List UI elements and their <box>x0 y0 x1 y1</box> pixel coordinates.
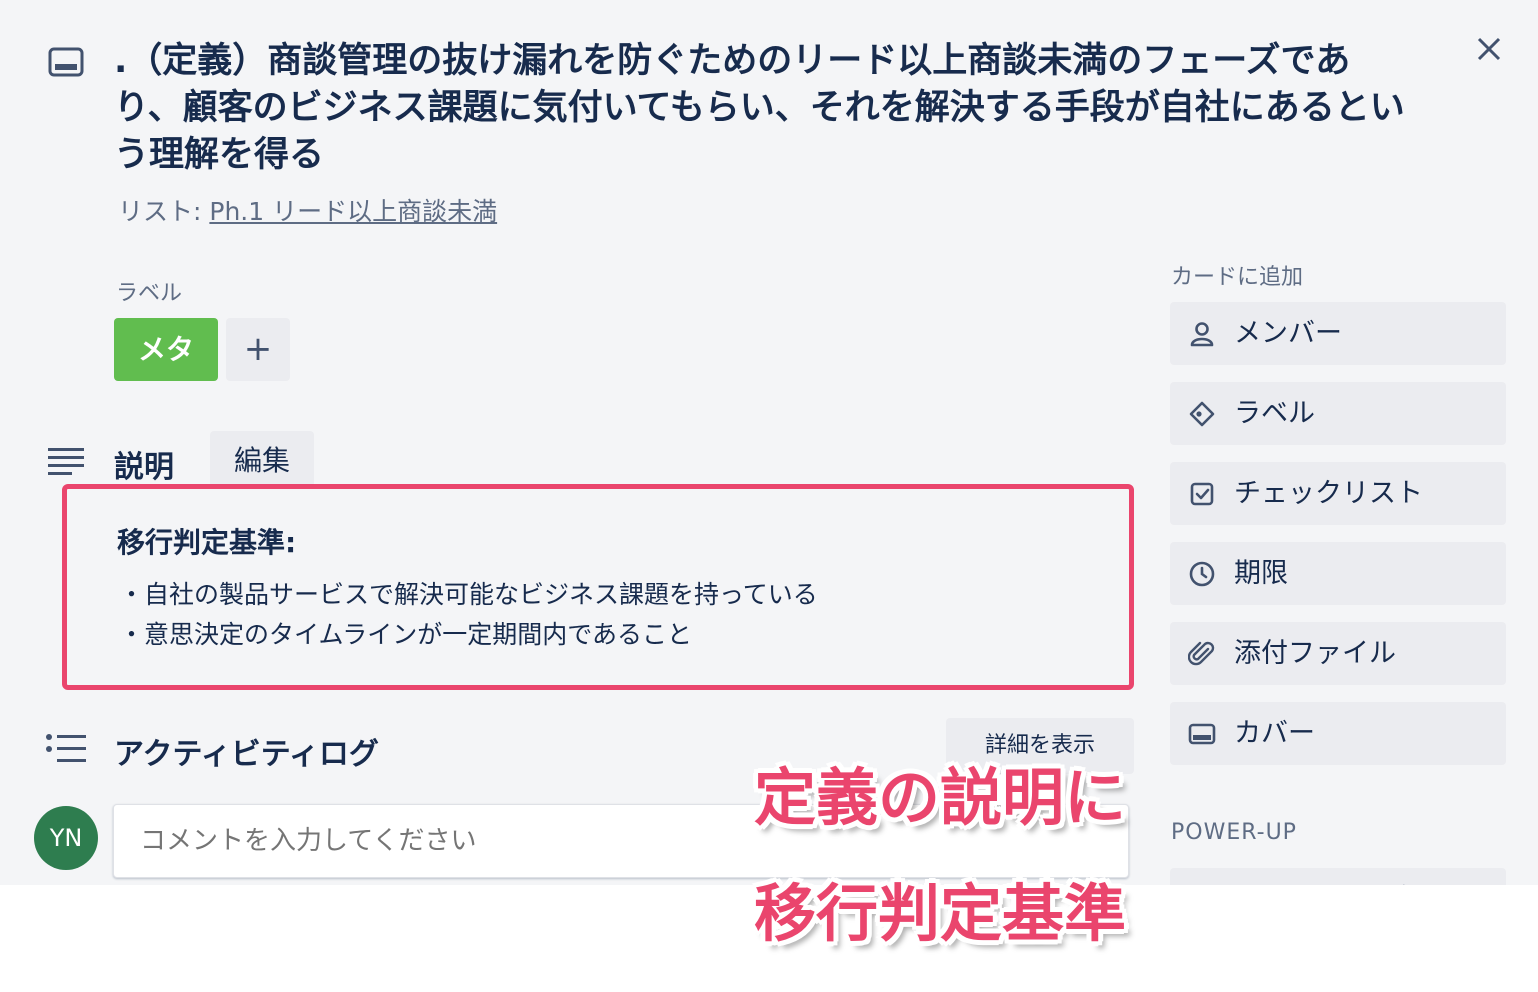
list-prefix: リスト: <box>118 197 210 226</box>
add-label-button[interactable]: + <box>226 318 290 381</box>
cover-icon <box>1188 723 1216 745</box>
add-to-card-heading: カードに追加 <box>1171 265 1304 290</box>
sidebar-checklist-button[interactable]: チェックリスト <box>1170 462 1506 525</box>
checklist-icon <box>1190 482 1214 506</box>
sidebar-button-label: 期限 <box>1234 558 1288 589</box>
description-list: ・自社の製品サービスで解決可能なビジネス課題を持っている ・意思決定のタイムライ… <box>119 575 818 655</box>
list-item: ・意思決定のタイムラインが一定期間内であること <box>119 620 693 649</box>
description-content-heading: 移行判定基準: <box>117 526 297 559</box>
sidebar-button-label: カバー <box>1234 718 1315 749</box>
label-chip-meta[interactable]: メタ <box>114 318 218 381</box>
labels-heading: ラベル <box>116 281 183 306</box>
sidebar-button-label: メンバー <box>1234 318 1342 349</box>
description-icon <box>48 448 84 475</box>
avatar[interactable]: YN <box>34 806 98 870</box>
edit-description-button[interactable]: 編集 <box>210 431 314 487</box>
list-item: ・自社の製品サービスで解決可能なビジネス課題を持っている <box>119 580 818 609</box>
powerup-heading: POWER-UP <box>1171 820 1297 845</box>
clock-icon <box>1189 561 1215 587</box>
sidebar-button-label: Power-Upの追加 <box>1234 868 1442 885</box>
description-content[interactable]: 移行判定基準: ・自社の製品サービスで解決可能なビジネス課題を持っている ・意思… <box>62 484 1134 690</box>
sidebar-labels-button[interactable]: ラベル <box>1170 382 1506 445</box>
close-icon[interactable] <box>1468 28 1510 70</box>
card-icon <box>48 47 84 77</box>
sidebar-attachment-button[interactable]: 添付ファイル <box>1170 622 1506 685</box>
list-info: リスト: Ph.1 リード以上商談未満 <box>118 192 497 228</box>
sidebar-cover-button[interactable]: カバー <box>1170 702 1506 765</box>
sidebar-due-date-button[interactable]: 期限 <box>1170 542 1506 605</box>
activity-icon <box>46 734 86 762</box>
annotation-line: 移行判定基準 <box>753 877 1126 950</box>
description-heading: 説明 <box>114 450 174 485</box>
tag-icon <box>1189 401 1215 427</box>
activity-heading: アクティビティログ <box>114 737 379 772</box>
annotation-overlay: 定義の説明に 移行判定基準 <box>700 740 1180 972</box>
annotation-line: 定義の説明に <box>753 761 1126 834</box>
sidebar-button-label: チェックリスト <box>1234 478 1423 509</box>
list-link[interactable]: Ph.1 リード以上商談未満 <box>209 197 497 226</box>
person-icon <box>1190 322 1214 347</box>
sidebar-button-label: 添付ファイル <box>1234 638 1396 669</box>
card-title[interactable]: .（定義）商談管理の抜け漏れを防ぐためのリード以上商談未満のフェーズであり、顧客… <box>114 38 1414 179</box>
paperclip-icon <box>1188 641 1215 666</box>
add-powerup-button[interactable]: + Power-Upの追加 <box>1170 868 1506 885</box>
sidebar-members-button[interactable]: メンバー <box>1170 302 1506 365</box>
sidebar-button-label: ラベル <box>1234 398 1315 429</box>
